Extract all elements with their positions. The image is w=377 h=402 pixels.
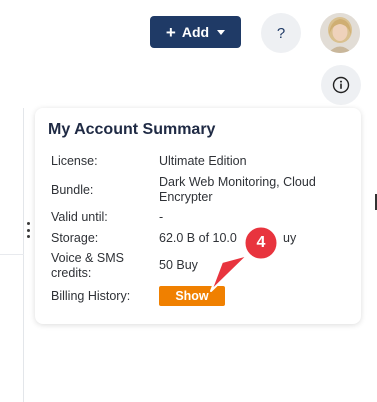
bundle-label: Bundle: [51,183,94,197]
avatar[interactable] [320,13,360,53]
valid-until-value: - [159,210,164,224]
drag-handle-icon[interactable] [26,222,30,238]
plus-icon: + [165,22,176,42]
storage-buy-link[interactable]: uy [283,231,296,246]
account-summary-card: My Account Summary License: Ultimate Edi… [35,108,361,324]
card-title: My Account Summary [48,121,216,138]
help-button[interactable]: ? [261,13,301,53]
left-panel [0,108,24,402]
license-value: Ultimate Edition [159,154,247,168]
avatar-image [320,13,360,53]
license-label: License: [51,154,98,168]
show-billing-button[interactable]: Show [159,286,225,306]
add-button[interactable]: + Add [150,16,241,48]
info-button[interactable] [321,65,361,105]
help-icon: ? [276,24,286,42]
add-button-label: Add [181,24,210,40]
billing-history-label: Billing History: [51,289,131,303]
bundle-value: Dark Web Monitoring, Cloud Encrypter [159,175,316,204]
step-number: 4 [256,234,266,251]
storage-label: Storage: [51,231,99,245]
panel-divider [0,254,24,255]
storage-amount: 62.0 B of 10.0 [159,231,237,245]
voice-sms-label: Voice & SMS credits: [51,251,124,280]
chevron-down-icon [217,29,226,35]
voice-sms-value: 50 Buy [159,258,198,272]
info-icon [332,76,350,94]
valid-until-label: Valid until: [51,210,108,224]
